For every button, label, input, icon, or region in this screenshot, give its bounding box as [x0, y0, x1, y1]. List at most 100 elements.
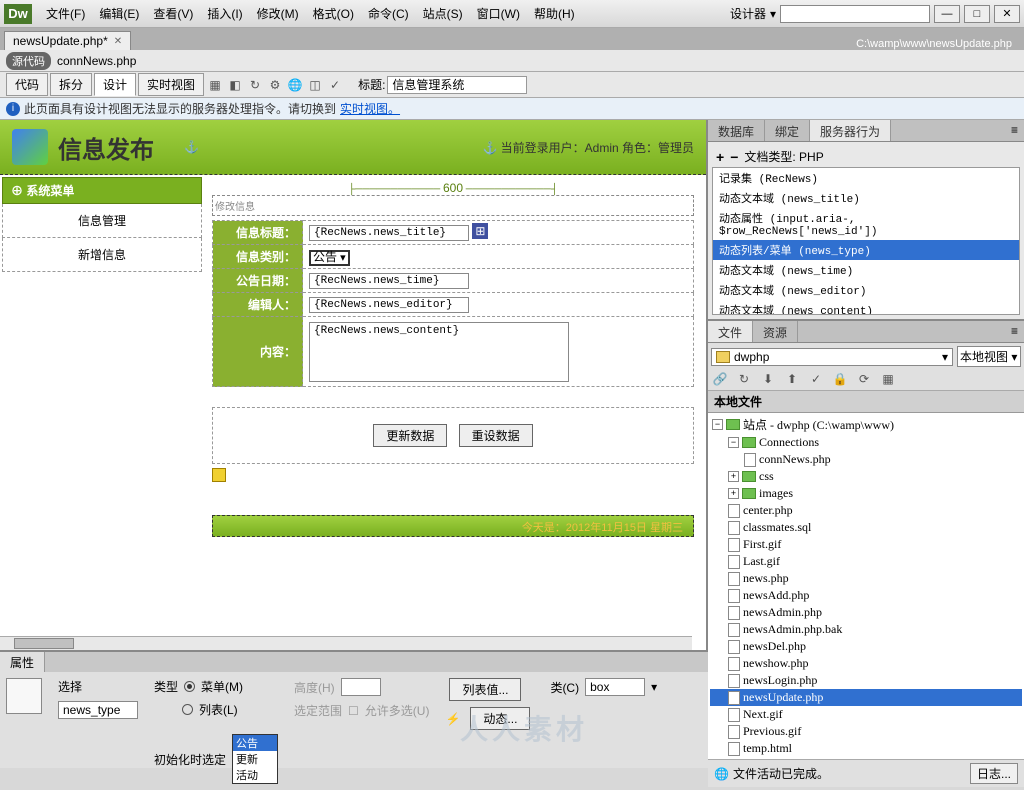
refresh-icon[interactable]: ↻	[246, 76, 264, 94]
design-view-button[interactable]: 设计	[94, 73, 136, 96]
init-select[interactable]: 公告 更新 活动	[232, 734, 278, 784]
select-type[interactable]: 公告 ▾	[309, 250, 350, 266]
put-icon[interactable]: ⬆	[784, 372, 800, 388]
input-editor[interactable]	[309, 297, 469, 313]
menu-site[interactable]: 站点(S)	[417, 2, 469, 25]
tab-server-behaviors[interactable]: 服务器行为	[810, 120, 891, 141]
behavior-item[interactable]: 动态文本域 (news_content)	[713, 300, 1019, 315]
tab-database[interactable]: 数据库	[708, 120, 765, 141]
class-input[interactable]	[585, 678, 645, 696]
live-code-icon[interactable]: ▦	[206, 76, 224, 94]
tree-item[interactable]: Previous.gif	[710, 723, 1022, 740]
radio-menu[interactable]	[184, 681, 195, 692]
expand-icon[interactable]: ▦	[880, 372, 896, 388]
tree-item[interactable]: temp.html	[710, 740, 1022, 757]
tree-item[interactable]: Next.gif	[710, 706, 1022, 723]
input-date[interactable]	[309, 273, 469, 289]
live-view-link[interactable]: 实时视图。	[340, 100, 400, 117]
maximize-button[interactable]: □	[964, 5, 990, 23]
chevron-down-icon[interactable]: ▾	[770, 7, 776, 21]
tree-item[interactable]: newsDel.php	[710, 638, 1022, 655]
close-button[interactable]: ✕	[994, 5, 1020, 23]
tree-item[interactable]: + css	[710, 468, 1022, 485]
panel-menu-icon[interactable]: ≡	[1005, 120, 1024, 141]
horizontal-scrollbar[interactable]	[0, 636, 692, 650]
behavior-item[interactable]: 记录集 (RecNews)	[713, 168, 1019, 188]
design-view[interactable]: 信息发布 ⚓ ⚓ 当前登录用户：Admin 角色：管理员 ⊕ 系统菜单 信息管理…	[0, 120, 708, 650]
checkout-icon[interactable]: ✓	[808, 372, 824, 388]
menu-view[interactable]: 查看(V)	[147, 2, 199, 25]
related-file[interactable]: connNews.php	[57, 54, 136, 68]
tree-item[interactable]: center.php	[710, 502, 1022, 519]
update-button[interactable]: 更新数据	[373, 424, 447, 447]
reset-button[interactable]: 重设数据	[459, 424, 533, 447]
tab-bindings[interactable]: 绑定	[765, 120, 810, 141]
element-name-input[interactable]	[58, 701, 138, 719]
get-icon[interactable]: ⬇	[760, 372, 776, 388]
connect-icon[interactable]: 🔗	[712, 372, 728, 388]
source-badge[interactable]: 源代码	[6, 52, 51, 70]
inspect-icon[interactable]: ◧	[226, 76, 244, 94]
tab-assets[interactable]: 资源	[753, 321, 798, 342]
tree-item[interactable]: newsAdmin.php	[710, 604, 1022, 621]
input-title[interactable]	[309, 225, 469, 241]
workspace-label[interactable]: 设计器	[730, 5, 766, 22]
tree-item[interactable]: newsAdd.php	[710, 587, 1022, 604]
menu-window[interactable]: 窗口(W)	[471, 2, 526, 25]
menu-file[interactable]: 文件(F)	[40, 2, 91, 25]
site-selector[interactable]: dwphp▾	[711, 348, 953, 366]
tree-item[interactable]: − Connections	[710, 434, 1022, 451]
preview-icon[interactable]: 🌐	[286, 76, 304, 94]
menu-commands[interactable]: 命令(C)	[362, 2, 415, 25]
tree-item[interactable]: + images	[710, 485, 1022, 502]
refresh-icon[interactable]: ↻	[736, 372, 752, 388]
minimize-button[interactable]: —	[934, 5, 960, 23]
tab-files[interactable]: 文件	[708, 321, 753, 342]
log-button[interactable]: 日志...	[970, 763, 1018, 784]
tree-item[interactable]: classmates.sql	[710, 519, 1022, 536]
live-view-button[interactable]: 实时视图	[138, 73, 204, 96]
visual-aids-icon[interactable]: ◫	[306, 76, 324, 94]
sync-icon[interactable]: ⟳	[856, 372, 872, 388]
close-icon[interactable]: ✕	[114, 36, 122, 47]
server-icon[interactable]: ⚙	[266, 76, 284, 94]
add-behavior-button[interactable]: +	[716, 149, 724, 165]
behavior-item[interactable]: 动态属性 (input.aria-, $row_RecNews['news_id…	[713, 208, 1019, 240]
document-tab[interactable]: newsUpdate.php* ✕	[4, 31, 131, 50]
check-icon[interactable]: ✓	[326, 76, 344, 94]
tree-item[interactable]: news.php	[710, 570, 1022, 587]
behavior-item[interactable]: 动态文本域 (news_time)	[713, 260, 1019, 280]
menu-edit[interactable]: 编辑(E)	[93, 2, 145, 25]
behavior-item[interactable]: 动态文本域 (news_editor)	[713, 280, 1019, 300]
properties-tab[interactable]: 属性	[0, 652, 45, 672]
textarea-content[interactable]: {RecNews.news_content}	[309, 322, 569, 382]
search-input[interactable]	[780, 5, 930, 23]
split-view-button[interactable]: 拆分	[50, 73, 92, 96]
menu-insert[interactable]: 插入(I)	[201, 2, 248, 25]
panel-menu-icon[interactable]: ≡	[1005, 321, 1024, 342]
checkin-icon[interactable]: 🔒	[832, 372, 848, 388]
menu-help[interactable]: 帮助(H)	[528, 2, 581, 25]
code-view-button[interactable]: 代码	[6, 73, 48, 96]
tree-item[interactable]: Last.gif	[710, 553, 1022, 570]
tree-item[interactable]: newshow.php	[710, 655, 1022, 672]
sidebar-item-manage[interactable]: 信息管理	[2, 204, 202, 238]
view-selector[interactable]: 本地视图 ▾	[957, 346, 1021, 367]
tree-item[interactable]: newsUpdate.php	[710, 689, 1022, 706]
sidebar-item-add[interactable]: 新增信息	[2, 238, 202, 272]
tree-item[interactable]: newsLogin.php	[710, 672, 1022, 689]
file-tree[interactable]: − 站点 - dwphp (C:\wamp\www)− Connections …	[708, 413, 1024, 759]
behavior-item[interactable]: 动态列表/菜单 (news_type)	[713, 240, 1019, 260]
tree-item[interactable]: − 站点 - dwphp (C:\wamp\www)	[710, 415, 1022, 434]
title-input[interactable]	[387, 76, 527, 94]
menu-format[interactable]: 格式(O)	[307, 2, 360, 25]
list-values-button[interactable]: 列表值...	[449, 678, 521, 701]
tree-item[interactable]: connNews.php	[710, 451, 1022, 468]
radio-list[interactable]	[182, 704, 193, 715]
remove-behavior-button[interactable]: −	[730, 149, 738, 165]
menu-modify[interactable]: 修改(M)	[251, 2, 305, 25]
behaviors-list[interactable]: 记录集 (RecNews)动态文本域 (news_title)动态属性 (inp…	[712, 167, 1020, 315]
tree-item[interactable]: newsAdmin.php.bak	[710, 621, 1022, 638]
behavior-item[interactable]: 动态文本域 (news_title)	[713, 188, 1019, 208]
tree-item[interactable]: First.gif	[710, 536, 1022, 553]
